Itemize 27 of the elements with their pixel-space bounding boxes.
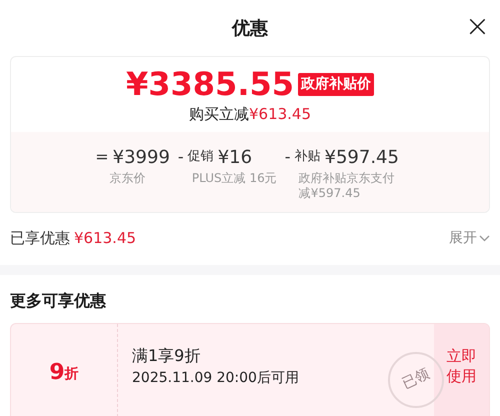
panel-title: 优惠 (232, 16, 268, 40)
enjoyed-amount: ¥613.45 (74, 228, 136, 250)
final-price: ¥3385.55 (126, 65, 294, 103)
saving-amount: ¥613.45 (248, 104, 312, 125)
component-amount: ¥597.45 (324, 146, 399, 170)
operator-sign: - (178, 146, 184, 168)
coupon-title: 满1享9折 (132, 345, 200, 367)
discount-value: 9 (49, 359, 65, 387)
expand-toggle[interactable]: 展开 (449, 228, 490, 249)
component-label: 促销 (188, 148, 214, 166)
component-amount: ¥16 (218, 146, 252, 170)
component-label: 补贴 (294, 148, 321, 166)
section-title: 更多可享优惠 (10, 290, 107, 312)
close-button[interactable]: × (464, 12, 490, 42)
saving-label: 购买立减 (188, 104, 249, 125)
enjoyed-label: 已享优惠 (10, 228, 70, 250)
discount-unit: 折 (64, 365, 79, 384)
operator-sign: = (95, 146, 109, 168)
operator-sign: - (284, 146, 291, 168)
chevron-icon (479, 235, 490, 242)
component-note: PLUS立减 16元 (190, 170, 277, 186)
component-amount: ¥3999 (112, 146, 170, 170)
component-note: 京东价 (108, 170, 146, 186)
component-note: 政府补贴京东支付减¥597.45 (298, 170, 396, 200)
coupon-time: 2025.11.09 20:00后可用 (132, 369, 299, 388)
subsidy-badge: 政府补贴价 (298, 72, 374, 96)
use-now-button[interactable]: 立即使用 (434, 324, 489, 416)
